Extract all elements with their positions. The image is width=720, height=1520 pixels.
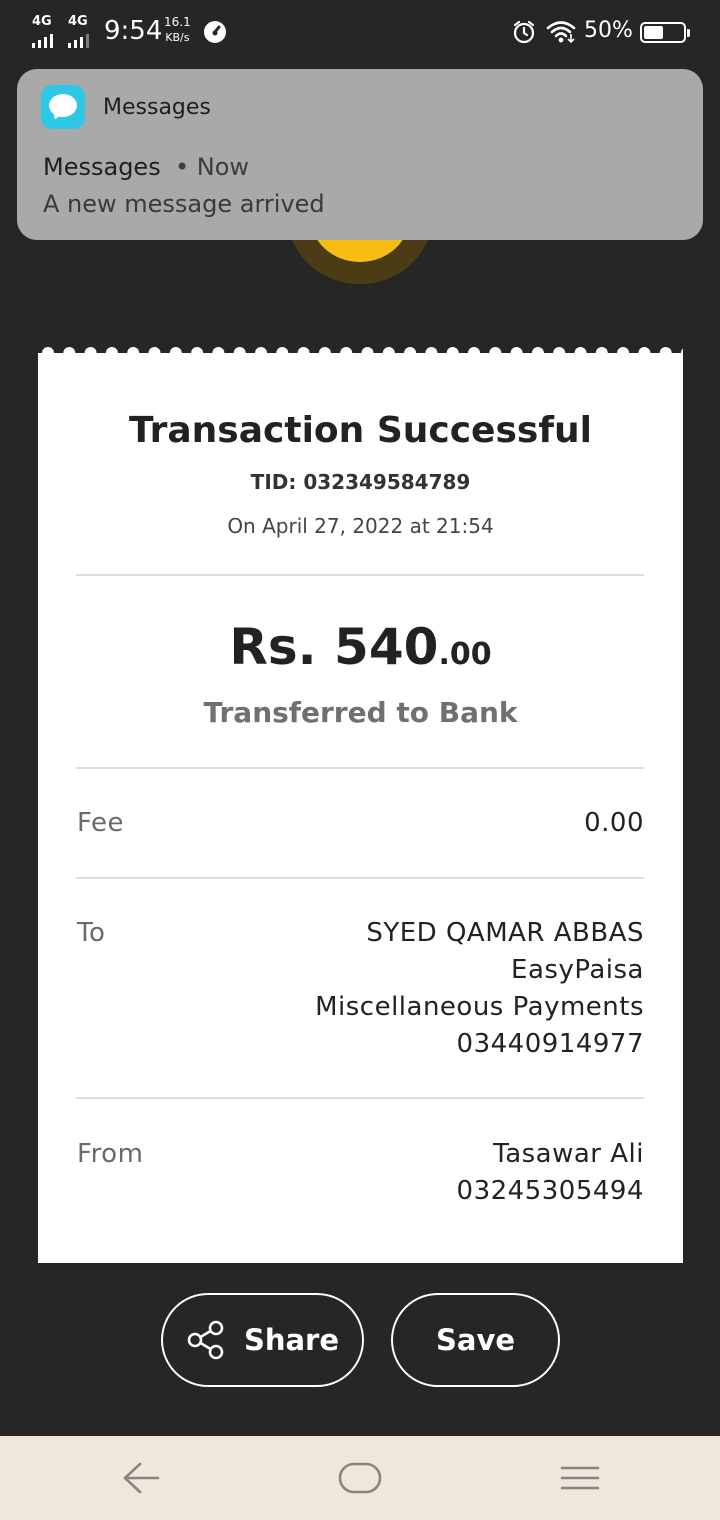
signal-icon: 4G: [66, 14, 92, 48]
messages-app-icon: [41, 85, 85, 129]
network-speed: 16.1 KB/s: [164, 14, 191, 46]
battery-fill: [644, 26, 663, 39]
sender-name: Tasawar Ali: [493, 1139, 644, 1169]
divider: [76, 574, 644, 576]
status-time: 9:54: [104, 16, 163, 46]
recipient-bank: EasyPaisa: [511, 955, 644, 985]
menu-icon[interactable]: [560, 1460, 600, 1496]
gauge-icon: [204, 21, 226, 43]
speed-unit: KB/s: [165, 31, 190, 44]
transaction-date: On April 27, 2022 at 21:54: [227, 514, 494, 538]
home-icon[interactable]: [338, 1460, 382, 1496]
status-bar: 4G 4G 9:54 16.1 KB/s 50%: [0, 0, 720, 64]
divider: [76, 767, 644, 769]
receipt-title: Transaction Successful: [129, 410, 592, 451]
fee-label: Fee: [77, 808, 125, 838]
sender-details: Tasawar Ali 03245305494: [457, 1136, 644, 1210]
transaction-receipt: Transaction Successful TID: 032349584789…: [38, 356, 683, 1263]
notification-body: A new message arrived: [43, 190, 325, 218]
signal-icon: 4G: [30, 14, 56, 48]
divider: [76, 877, 644, 879]
sender-account: 03245305494: [456, 1176, 644, 1206]
recipient-category: Miscellaneous Payments: [315, 992, 644, 1022]
back-icon[interactable]: [120, 1460, 160, 1496]
recipient-account: 03440914977: [456, 1029, 644, 1059]
message-notification[interactable]: Messages Messages • Now A new message ar…: [17, 69, 703, 240]
wifi-icon: [546, 20, 578, 44]
divider: [76, 1097, 644, 1099]
battery-icon: [640, 22, 690, 43]
transaction-id: TID: 032349584789: [250, 470, 471, 494]
system-navigation-bar: [0, 1436, 720, 1520]
fee-value: 0.00: [584, 808, 644, 838]
notification-time: • Now: [175, 153, 250, 181]
share-icon: [187, 1320, 224, 1360]
save-label: Save: [435, 1323, 516, 1357]
amount-main: Rs. 540: [229, 618, 439, 676]
alarm-icon: [512, 20, 536, 44]
recipient-details: SYED QAMAR ABBAS EasyPaisa Miscellaneous…: [315, 915, 644, 1063]
speed-value: 16.1: [164, 15, 191, 29]
from-label: From: [77, 1139, 144, 1169]
share-label: Share: [243, 1323, 340, 1357]
notification-app-name: Messages: [103, 95, 211, 120]
network-type-label: 4G: [32, 14, 52, 29]
transfer-method: Transferred to Bank: [203, 696, 518, 729]
notification-title: Messages: [43, 153, 161, 181]
amount-decimal: .00: [438, 637, 492, 672]
network-type-label: 4G: [68, 14, 88, 29]
recipient-name: SYED QAMAR ABBAS: [366, 918, 644, 948]
transaction-amount: Rs. 540.00: [38, 618, 683, 676]
to-label: To: [77, 918, 106, 948]
share-button[interactable]: Share: [161, 1293, 364, 1387]
save-button[interactable]: Save: [391, 1293, 560, 1387]
battery-percent: 50%: [584, 18, 633, 43]
